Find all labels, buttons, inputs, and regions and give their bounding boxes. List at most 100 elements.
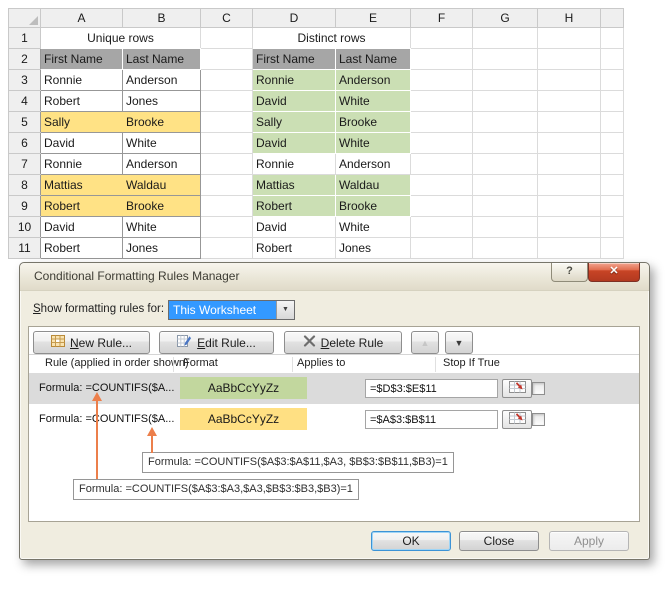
sheet-cell[interactable]: Robert	[253, 238, 336, 259]
sheet-cell[interactable]	[601, 49, 624, 70]
col-header-d[interactable]: D	[253, 9, 336, 28]
sheet-cell[interactable]	[473, 238, 538, 259]
row-header[interactable]: 5	[9, 112, 41, 133]
col-header-partial[interactable]	[601, 9, 624, 28]
distinct-rows-title-cell[interactable]: Distinct rows	[253, 28, 411, 49]
sheet-cell[interactable]: First Name	[253, 49, 336, 70]
new-rule-button[interactable]: New Rule...	[33, 331, 150, 354]
sheet-cell[interactable]: Anderson	[336, 70, 411, 91]
sheet-cell[interactable]: Brooke	[123, 196, 201, 217]
close-button-footer[interactable]: Close	[459, 531, 539, 551]
sheet-cell[interactable]: David	[41, 133, 123, 154]
scope-dropdown[interactable]: This Worksheet ▼	[168, 300, 295, 320]
sheet-cell[interactable]: Waldau	[336, 175, 411, 196]
sheet-cell[interactable]: White	[336, 133, 411, 154]
sheet-cell[interactable]	[473, 217, 538, 238]
sheet-cell[interactable]	[538, 238, 601, 259]
stop-if-true-checkbox[interactable]	[532, 382, 545, 395]
sheet-cell[interactable]	[411, 91, 473, 112]
sheet-cell[interactable]: White	[123, 217, 201, 238]
sheet-cell[interactable]	[201, 196, 253, 217]
sheet-cell[interactable]: White	[336, 217, 411, 238]
rule-row-selected[interactable]: Formula: =COUNTIFS($A... AaBbCcYyZz	[29, 373, 639, 404]
sheet-cell[interactable]	[201, 112, 253, 133]
sheet-cell[interactable]	[601, 28, 624, 49]
select-all-corner[interactable]	[9, 9, 41, 28]
row-header[interactable]: 10	[9, 217, 41, 238]
sheet-cell[interactable]	[538, 112, 601, 133]
sheet-cell[interactable]: Brooke	[336, 196, 411, 217]
sheet-cell[interactable]	[538, 49, 601, 70]
sheet-cell[interactable]	[538, 175, 601, 196]
sheet-cell[interactable]	[473, 175, 538, 196]
sheet-cell[interactable]: Last Name	[123, 49, 201, 70]
collapse-dialog-button[interactable]	[502, 410, 532, 429]
sheet-cell[interactable]	[601, 91, 624, 112]
sheet-cell[interactable]	[473, 49, 538, 70]
sheet-cell[interactable]	[473, 133, 538, 154]
col-header-a[interactable]: A	[41, 9, 123, 28]
sheet-cell[interactable]: Robert	[41, 196, 123, 217]
sheet-cell[interactable]: David	[253, 217, 336, 238]
sheet-cell[interactable]: Robert	[41, 238, 123, 259]
sheet-cell[interactable]	[201, 133, 253, 154]
sheet-cell[interactable]	[473, 70, 538, 91]
edit-rule-button[interactable]: Edit Rule...	[159, 331, 274, 354]
sheet-cell[interactable]	[201, 49, 253, 70]
sheet-cell[interactable]: Ronnie	[253, 154, 336, 175]
format-preview-swatch[interactable]: AaBbCcYyZz	[180, 408, 307, 430]
row-header[interactable]: 7	[9, 154, 41, 175]
sheet-cell[interactable]	[411, 154, 473, 175]
sheet-cell[interactable]	[538, 91, 601, 112]
sheet-cell[interactable]: Robert	[253, 196, 336, 217]
sheet-cell[interactable]	[411, 217, 473, 238]
format-preview-swatch[interactable]: AaBbCcYyZz	[180, 377, 307, 399]
sheet-cell[interactable]	[201, 28, 253, 49]
chevron-down-icon[interactable]: ▼	[276, 301, 294, 319]
delete-rule-button[interactable]: Delete Rule	[284, 331, 402, 354]
sheet-cell[interactable]: Robert	[41, 91, 123, 112]
sheet-cell[interactable]	[201, 175, 253, 196]
sheet-cell[interactable]	[411, 196, 473, 217]
sheet-cell[interactable]: David	[253, 133, 336, 154]
sheet-cell[interactable]	[473, 154, 538, 175]
row-header[interactable]: 6	[9, 133, 41, 154]
sheet-cell[interactable]: Ronnie	[253, 70, 336, 91]
sheet-cell[interactable]: White	[336, 91, 411, 112]
sheet-cell[interactable]	[601, 196, 624, 217]
sheet-cell[interactable]	[538, 133, 601, 154]
sheet-cell[interactable]: Brooke	[336, 112, 411, 133]
sheet-cell[interactable]: Sally	[41, 112, 123, 133]
sheet-cell[interactable]	[411, 133, 473, 154]
row-header[interactable]: 11	[9, 238, 41, 259]
col-header-e[interactable]: E	[336, 9, 411, 28]
sheet-cell[interactable]: Mattias	[41, 175, 123, 196]
sheet-cell[interactable]	[201, 70, 253, 91]
sheet-cell[interactable]: Last Name	[336, 49, 411, 70]
close-button[interactable]: ✕	[588, 263, 640, 282]
sheet-cell[interactable]: Jones	[336, 238, 411, 259]
row-header[interactable]: 9	[9, 196, 41, 217]
sheet-cell[interactable]: Sally	[253, 112, 336, 133]
unique-rows-title-cell[interactable]: Unique rows	[41, 28, 201, 49]
col-header-c[interactable]: C	[201, 9, 253, 28]
sheet-cell[interactable]	[473, 91, 538, 112]
applies-to-field[interactable]	[365, 379, 498, 398]
sheet-cell[interactable]	[538, 28, 601, 49]
collapse-dialog-button[interactable]	[502, 379, 532, 398]
sheet-cell[interactable]: Anderson	[123, 70, 201, 91]
sheet-cell[interactable]: Ronnie	[41, 70, 123, 91]
col-header-f[interactable]: F	[411, 9, 473, 28]
row-header[interactable]: 4	[9, 91, 41, 112]
sheet-cell[interactable]	[601, 154, 624, 175]
apply-button[interactable]: Apply	[549, 531, 629, 551]
sheet-cell[interactable]	[201, 91, 253, 112]
sheet-cell[interactable]	[473, 28, 538, 49]
sheet-cell[interactable]	[601, 238, 624, 259]
move-rule-up-button[interactable]: ▲	[411, 331, 439, 354]
move-rule-down-button[interactable]: ▼	[445, 331, 473, 354]
sheet-cell[interactable]	[601, 175, 624, 196]
sheet-cell[interactable]	[411, 49, 473, 70]
sheet-cell[interactable]	[411, 238, 473, 259]
sheet-cell[interactable]	[538, 70, 601, 91]
